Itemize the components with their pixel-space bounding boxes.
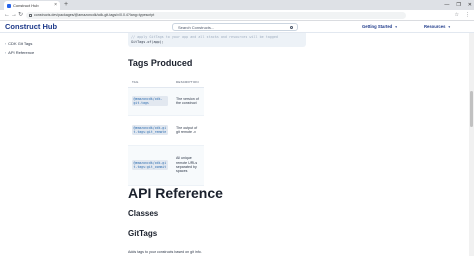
lock-icon xyxy=(29,13,32,17)
sidebar-item-api-reference[interactable]: › API Reference xyxy=(5,50,34,55)
main-content: // apply GitTags to your app and all sta… xyxy=(128,33,458,256)
tag-code: @amazoncdk/cdk-git-tags:git_remote xyxy=(132,125,168,135)
api-reference-heading: API Reference xyxy=(128,185,223,201)
maximize-button[interactable]: ❐ xyxy=(456,0,460,10)
tab-close-icon[interactable]: × xyxy=(54,1,57,10)
search-placeholder: Search Constructs... xyxy=(178,25,215,30)
browser-actions: ☆ ⋮ xyxy=(455,10,470,21)
browser-tab[interactable]: Construct Hub × xyxy=(4,1,60,10)
url-text: constructs.dev/packages/@amazoncdk/cdk-g… xyxy=(34,13,155,17)
search-input[interactable]: Search Constructs... xyxy=(172,23,298,31)
new-tab-button[interactable]: + xyxy=(64,0,68,10)
site-header: Construct Hub Search Constructs... Getti… xyxy=(0,21,474,33)
getting-started-label: Getting Started xyxy=(362,24,393,29)
search-icon xyxy=(289,25,293,29)
tag-description: The version of the construct xyxy=(176,96,199,105)
tab-title: Construct Hub xyxy=(13,3,39,8)
forward-button[interactable]: → xyxy=(11,10,17,21)
scrollbar-thumb[interactable] xyxy=(470,91,473,127)
chevron-down-icon: ▾ xyxy=(448,25,451,29)
sidebar-item-label: API Reference xyxy=(8,50,35,55)
window-controls: — ❐ ✕ xyxy=(444,0,472,10)
column-header: TAG xyxy=(128,77,172,88)
page-scrollbar[interactable] xyxy=(469,33,474,256)
tag-description-text: The output of git remote -v xyxy=(176,125,198,134)
table-row: @amazoncdk/cdk-git-tags The version of t… xyxy=(128,87,204,116)
code-block: // apply GitTags to your app and all sta… xyxy=(128,33,306,47)
back-button[interactable]: ← xyxy=(4,10,10,21)
column-header: DESCRIPTION xyxy=(172,77,204,88)
close-window-button[interactable]: ✕ xyxy=(468,0,472,10)
browser-toolbar: ← → ↻ constructs.dev/packages/@amazoncdk… xyxy=(0,10,474,21)
sidebar-item-label: CDK Git Tags xyxy=(8,41,33,46)
bookmark-star-icon[interactable]: ☆ xyxy=(455,10,459,21)
favicon-icon xyxy=(7,3,11,8)
gittags-heading: GitTags xyxy=(128,229,158,238)
sidebar-item-cdk-git-tags[interactable]: › CDK Git Tags xyxy=(5,41,32,46)
classes-heading: Classes xyxy=(128,209,159,218)
getting-started-menu[interactable]: Getting Started ▾ xyxy=(362,21,397,33)
code-line: GitTags.of(app); xyxy=(131,40,164,44)
chevron-down-icon: ▾ xyxy=(395,25,398,29)
tag-code: @amazoncdk/cdk-git-tags:git_commit xyxy=(132,160,168,170)
chevron-right-icon: › xyxy=(5,51,7,55)
tags-produced-heading: Tags Produced xyxy=(128,58,193,68)
reload-button[interactable]: ↻ xyxy=(18,10,23,21)
sidebar: › CDK Git Tags › API Reference xyxy=(0,33,100,256)
tag-description: The output of git remote -v xyxy=(176,126,200,135)
tag-description: All unique remote URLs separated by spac… xyxy=(176,156,198,174)
site-logo[interactable]: Construct Hub xyxy=(5,21,57,33)
address-bar[interactable]: constructs.dev/packages/@amazoncdk/cdk-g… xyxy=(26,12,406,19)
browser-menu-icon[interactable]: ⋮ xyxy=(465,10,470,21)
table-row: @amazoncdk/cdk-git-tags:git_commit All u… xyxy=(128,145,204,186)
gittags-description: Adds tags to your constructs based on gi… xyxy=(128,250,202,254)
resources-menu[interactable]: Resources ▾ xyxy=(424,21,450,33)
tag-code: @amazoncdk/cdk-git-tags xyxy=(132,96,168,106)
tags-table: TAG DESCRIPTION @amazoncdk/cdk-git-tags … xyxy=(128,77,204,186)
table-row: @amazoncdk/cdk-git-tags:git_remote The o… xyxy=(128,115,204,146)
browser-tab-bar: Construct Hub × + — ❐ ✕ xyxy=(0,0,474,10)
chevron-right-icon: › xyxy=(5,42,7,46)
resources-label: Resources xyxy=(424,24,446,29)
minimize-button[interactable]: — xyxy=(444,0,449,10)
